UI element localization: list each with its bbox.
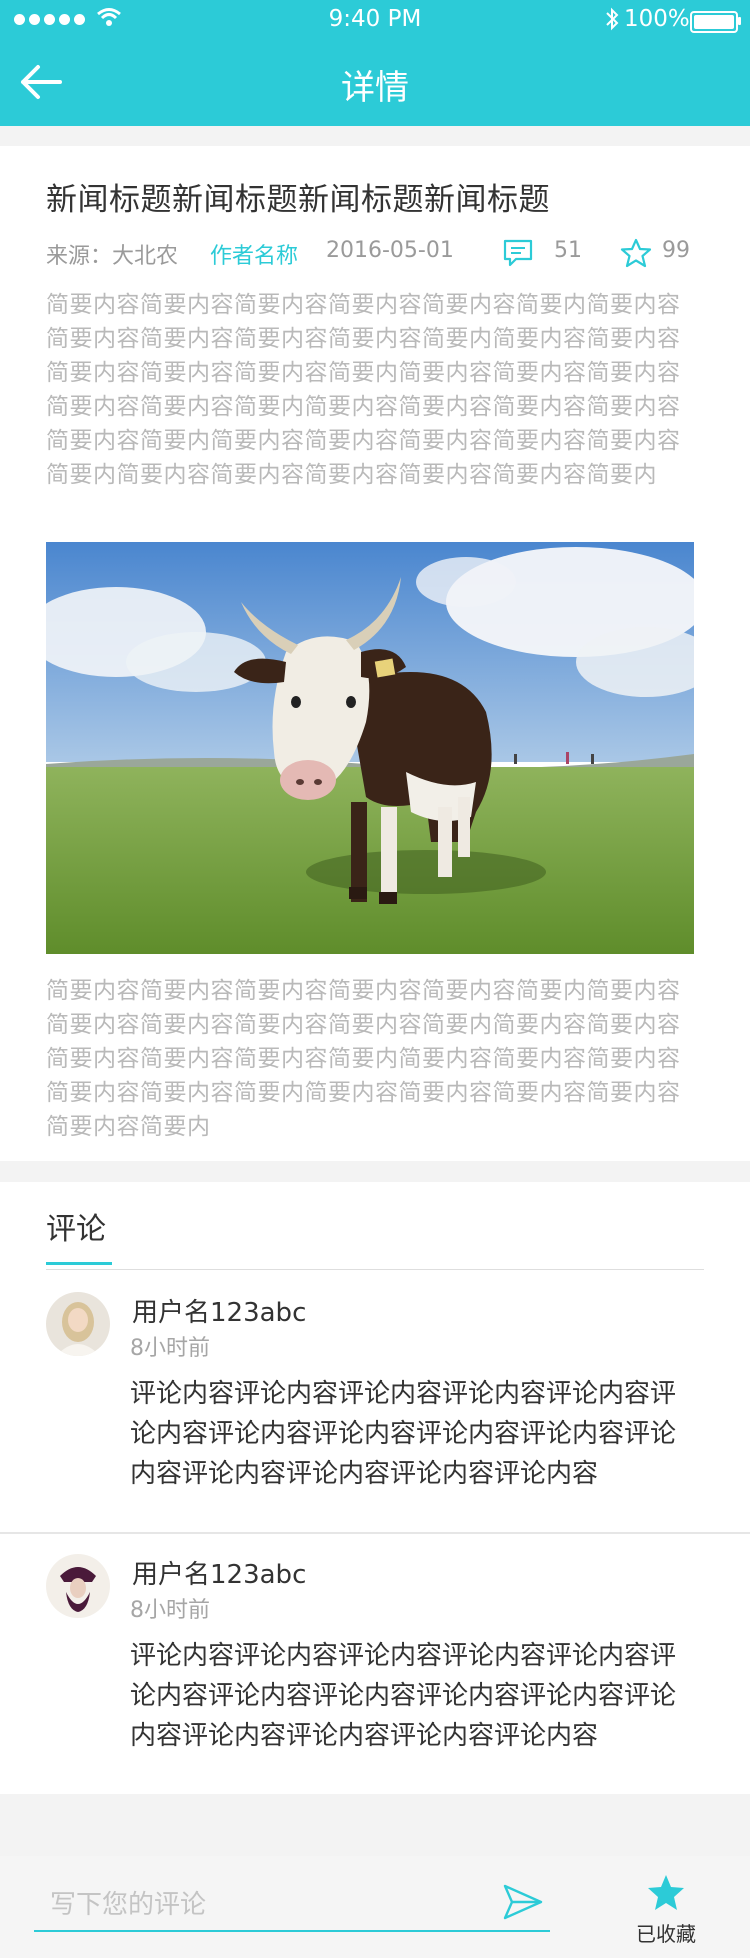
comment-time: 8小时前 [130, 1336, 210, 1361]
bluetooth-icon [606, 7, 619, 31]
star-filled-icon[interactable] [646, 1874, 686, 1912]
article-summary-bottom: 简要内容简要内容简要内容简要内容简要内容简要内简要内容简要内容简要内容简要内容简… [46, 978, 681, 1140]
comment-input-placeholder[interactable]: 写下您的评论 [50, 1884, 206, 1921]
comments-heading: 评论 [46, 1212, 106, 1247]
comment-item: 用户名123abc 8小时前 评论内容评论内容评论内容评论内容评论内容评论内容评… [0, 1270, 750, 1534]
article-photo-cow [46, 542, 694, 954]
article-card: 新闻标题新闻标题新闻标题新闻标题 来源：大北农 作者名称 2016-05-01 … [0, 146, 750, 1161]
comment-item: 用户名123abc 8小时前 评论内容评论内容评论内容评论内容评论内容评论内容评… [0, 1532, 750, 1794]
comment-time: 8小时前 [130, 1598, 210, 1623]
status-bar: 9:40 PM 100% [0, 0, 750, 40]
battery-percent: 100% [624, 6, 690, 32]
favorite-label[interactable]: 已收藏 [636, 1918, 696, 1947]
comments-section: 评论 用户名123abc 8小时前 评论内容评论内容评论内容评论内容评论内容评论… [0, 1182, 750, 1794]
favorite-count: 99 [662, 238, 690, 263]
send-icon[interactable] [502, 1882, 544, 1922]
navigation-bar: 详情 [0, 40, 750, 126]
article-date: 2016-05-01 [326, 238, 454, 263]
avatar[interactable] [46, 1292, 110, 1356]
comment-username[interactable]: 用户名123abc [132, 1554, 306, 1591]
comment-count: 51 [554, 238, 582, 263]
article-author[interactable]: 作者名称 [210, 238, 298, 270]
article-title: 新闻标题新闻标题新闻标题新闻标题 [46, 182, 550, 218]
battery-tip [738, 17, 741, 25]
comment-input-bar: 写下您的评论 已收藏 [0, 1856, 750, 1958]
comment-text: 评论内容评论内容评论内容评论内容评论内容评论内容评论内容评论内容评论内容评论内容… [130, 1379, 677, 1489]
battery-icon [690, 11, 738, 33]
comment-username[interactable]: 用户名123abc [132, 1292, 306, 1329]
page-title: 详情 [341, 68, 409, 108]
comment-text: 评论内容评论内容评论内容评论内容评论内容评论内容评论内容评论内容评论内容评论内容… [130, 1641, 677, 1751]
article-source: 来源：大北农 [46, 244, 179, 269]
article-meta: 来源：大北农 作者名称 2016-05-01 51 99 [46, 238, 706, 274]
comment-bubble-icon[interactable] [502, 238, 534, 268]
article-summary-top: 简要内容简要内容简要内容简要内容简要内容简要内简要内容简要内容简要内容简要内容简… [46, 292, 681, 488]
comments-heading-underline [46, 1262, 112, 1265]
star-icon[interactable] [620, 238, 652, 268]
avatar[interactable] [46, 1554, 110, 1618]
